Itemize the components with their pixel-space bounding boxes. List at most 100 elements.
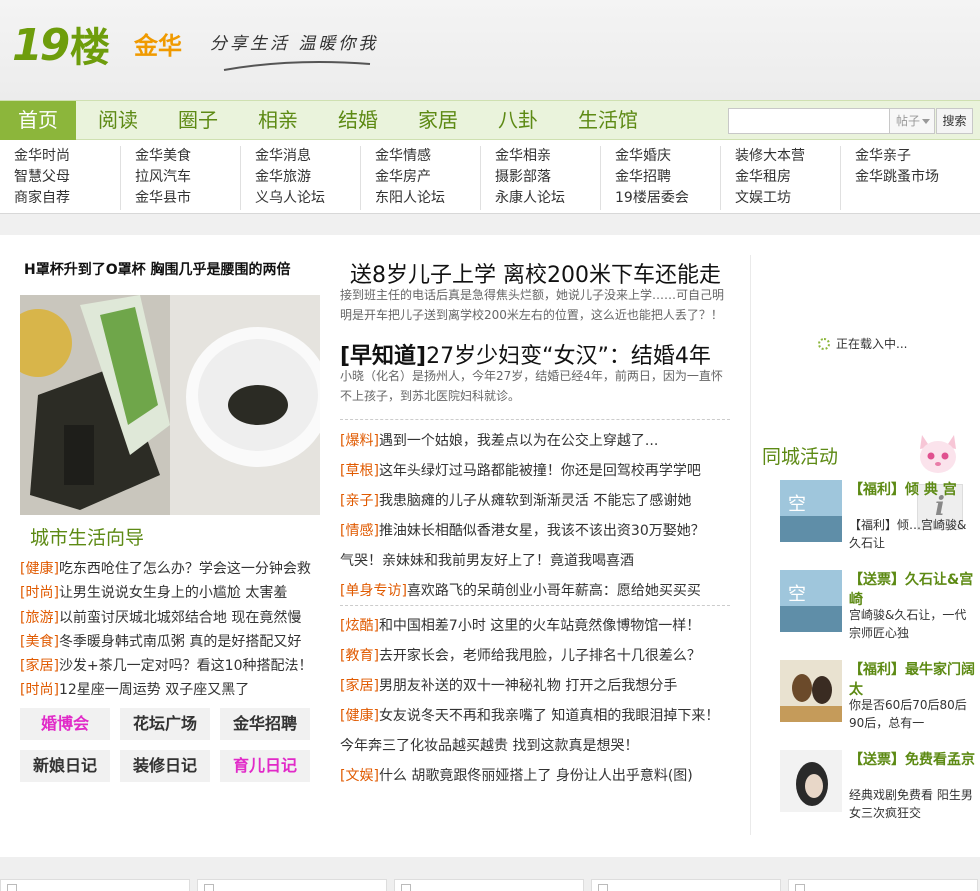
item-title[interactable]: 冬季暖身韩式南瓜粥 真的是好搭配又好: [59, 634, 301, 650]
list-item[interactable]: [亲子]我患脑瘫的儿子从瘫软到渐渐灵活 不能忘了感谢她: [340, 486, 740, 516]
event-title[interactable]: 【送票】久石让&宫崎: [849, 570, 977, 610]
flower-square-button[interactable]: 花坛广场: [120, 708, 210, 740]
channel-link[interactable]: 永康人论坛: [495, 188, 600, 209]
nav-gossip[interactable]: 八卦: [480, 101, 556, 140]
list-item[interactable]: [美食]冬季暖身韩式南瓜粥 真的是好搭配又好: [20, 630, 320, 654]
channel-link[interactable]: 东阳人论坛: [375, 188, 480, 209]
list-item[interactable]: [健康]女友说冬天不再和我亲嘴了 知道真相的我眼泪掉下来！: [340, 701, 740, 731]
item-title[interactable]: 男朋友补送的双十一神秘礼物 打开之后我想分手: [379, 678, 677, 694]
wedding-expo-button[interactable]: 婚博会: [20, 708, 110, 740]
list-item[interactable]: 今年奔三了化妆品越买越贵 找到这款真是想哭！: [340, 731, 740, 761]
channel-link[interactable]: 文娱工坊: [735, 188, 840, 209]
channel-link[interactable]: 金华时尚: [14, 146, 120, 167]
category-tag[interactable]: [健康]: [20, 561, 59, 577]
channel-link[interactable]: 商家自荐: [14, 188, 120, 209]
channel-link[interactable]: 金华婚庆: [615, 146, 720, 167]
category-tag[interactable]: [草根]: [340, 463, 379, 479]
list-item[interactable]: [旅游]以前蛮讨厌城北城郊结合地 现在竟然慢: [20, 606, 320, 630]
category-tag[interactable]: [亲子]: [340, 493, 379, 509]
event-thumbnail[interactable]: [780, 660, 842, 722]
category-tag[interactable]: [教育]: [340, 648, 379, 664]
event-title[interactable]: 【福利】最牛家门阔太: [849, 660, 977, 700]
channel-link[interactable]: 19楼居委会: [615, 188, 720, 209]
item-title[interactable]: 推油妹长相酷似香港女星，我该不该出资30万娶她？: [379, 523, 705, 539]
event-thumbnail[interactable]: 空: [780, 480, 842, 542]
channel-link[interactable]: 金华情感: [375, 146, 480, 167]
channel-link[interactable]: 装修大本营: [735, 146, 840, 167]
list-item[interactable]: [时尚]让男生说说女生身上的小尴尬 太害羞: [20, 581, 320, 605]
list-item[interactable]: [健康]吃东西呛住了怎么办？学会这一分钟会救: [20, 557, 320, 581]
search-input[interactable]: [728, 108, 890, 134]
category-tag[interactable]: [情感]: [340, 523, 379, 539]
event-title[interactable]: 【送票】免费看孟京: [849, 750, 977, 770]
list-item[interactable]: [时尚]12星座一周运势 双子座又黑了: [20, 678, 320, 702]
category-tag[interactable]: [爆料]: [340, 433, 379, 449]
event-item[interactable]: 空 【送票】久石让&宫崎 宫崎骏&久石让，一代宗师匠心独: [780, 570, 980, 650]
item-title[interactable]: 我患脑瘫的儿子从瘫软到渐渐灵活 不能忘了感谢她: [379, 493, 691, 509]
category-tag[interactable]: [炫酷]: [340, 618, 379, 634]
list-item[interactable]: 气哭！亲妹妹和我前男友好上了！竟道我喝喜酒: [340, 546, 740, 576]
channel-link[interactable]: 义乌人论坛: [255, 188, 360, 209]
list-item[interactable]: [草根]这年头绿灯过马路都能被撞！你还是回驾校再学学吧: [340, 456, 740, 486]
parenting-diary-button[interactable]: 育儿日记: [220, 750, 310, 782]
item-title[interactable]: 吃东西呛住了怎么办？学会这一分钟会救: [59, 561, 311, 577]
item-title[interactable]: 遇到一个姑娘，我差点以为在公交上穿越了...: [379, 433, 658, 449]
channel-link[interactable]: 金华租房: [735, 167, 840, 188]
channel-link[interactable]: 摄影部落: [495, 167, 600, 188]
item-title[interactable]: 以前蛮讨厌城北城郊结合地 现在竟然慢: [59, 610, 301, 626]
nav-life-hall[interactable]: 生活馆: [562, 101, 654, 140]
category-tag[interactable]: [单身专访]: [340, 583, 407, 599]
category-tag[interactable]: [健康]: [340, 708, 379, 724]
jinhua-jobs-button[interactable]: 金华招聘: [220, 708, 310, 740]
list-item[interactable]: [单身专访]喜欢路飞的呆萌创业小哥年薪高：愿给她买买买: [340, 576, 740, 606]
list-item[interactable]: [家居]沙发+茶几一定对吗？看这10种搭配法！: [20, 654, 320, 678]
item-title[interactable]: 喜欢路飞的呆萌创业小哥年薪高：愿给她买买买: [407, 583, 701, 599]
nav-circles[interactable]: 圈子: [160, 101, 236, 140]
category-tag[interactable]: [时尚]: [20, 682, 59, 698]
channel-link[interactable]: 智慧父母: [14, 167, 120, 188]
category-tag[interactable]: [美食]: [20, 634, 59, 650]
channel-link[interactable]: 金华消息: [255, 146, 360, 167]
channel-link[interactable]: 金华房产: [375, 167, 480, 188]
nav-dating[interactable]: 相亲: [240, 101, 316, 140]
item-title[interactable]: 沙发+茶几一定对吗？看这10种搭配法！: [59, 658, 313, 674]
list-item[interactable]: [炫酷]和中国相差7小时 这里的火车站竟然像博物馆一样！: [340, 611, 740, 641]
item-title[interactable]: 和中国相差7小时 这里的火车站竟然像博物馆一样！: [379, 618, 700, 634]
item-title[interactable]: 12星座一周运势 双子座又黑了: [59, 682, 249, 698]
nav-wedding[interactable]: 结婚: [320, 101, 396, 140]
category-tag[interactable]: [文娱]: [340, 768, 379, 784]
bride-diary-button[interactable]: 新娘日记: [20, 750, 110, 782]
channel-link[interactable]: 金华跳蚤市场: [855, 167, 980, 188]
nav-reading[interactable]: 阅读: [80, 101, 156, 140]
channel-link[interactable]: 拉风汽车: [135, 167, 240, 188]
item-title[interactable]: 气哭！亲妹妹和我前男友好上了！竟道我喝喜酒: [340, 553, 634, 569]
list-item[interactable]: [文娱]什么 胡歌竟跟佟丽娅搭上了 身份让人出乎意料(图): [340, 761, 740, 791]
category-tag[interactable]: [家居]: [20, 658, 59, 674]
list-item[interactable]: [爆料]遇到一个姑娘，我差点以为在公交上穿越了...: [340, 426, 740, 456]
nav-home[interactable]: 首页: [0, 101, 76, 140]
channel-link[interactable]: 金华旅游: [255, 167, 360, 188]
category-tag[interactable]: [旅游]: [20, 610, 59, 626]
item-title[interactable]: 什么 胡歌竟跟佟丽娅搭上了 身份让人出乎意料(图): [379, 768, 693, 784]
list-item[interactable]: [教育]去开家长会，老师给我甩脸，儿子排名十几很差么？: [340, 641, 740, 671]
list-item[interactable]: [家居]男朋友补送的双十一神秘礼物 打开之后我想分手: [340, 671, 740, 701]
featured-story-photo[interactable]: [20, 295, 320, 515]
category-tag[interactable]: [家居]: [340, 678, 379, 694]
channel-link[interactable]: 金华美食: [135, 146, 240, 167]
item-title[interactable]: 今年奔三了化妆品越买越贵 找到这款真是想哭！: [340, 738, 638, 754]
channel-link[interactable]: 金华招聘: [615, 167, 720, 188]
search-button[interactable]: 搜索: [936, 108, 973, 134]
channel-link[interactable]: 金华县市: [135, 188, 240, 209]
item-title[interactable]: 让男生说说女生身上的小尴尬 太害羞: [59, 585, 287, 601]
item-title[interactable]: 这年头绿灯过马路都能被撞！你还是回驾校再学学吧: [379, 463, 701, 479]
event-item[interactable]: 【福利】最牛家门阔太 你是否60后70后80后90后，总有一: [780, 660, 980, 740]
nav-home-decor[interactable]: 家居: [400, 101, 476, 140]
channel-link[interactable]: 金华亲子: [855, 146, 980, 167]
event-item[interactable]: 空 【福利】倾 典 宫 【福利】倾…宫崎骏&久石让: [780, 480, 980, 560]
featured-story-title[interactable]: H罩杯升到了O罩杯 胸围几乎是腰围的两倍: [24, 262, 291, 278]
event-thumbnail[interactable]: 空: [780, 570, 842, 632]
event-item[interactable]: 【送票】免费看孟京 经典戏剧免费看 阳生男女三次疯狂交: [780, 750, 980, 830]
list-item[interactable]: [情感]推油妹长相酷似香港女星，我该不该出资30万娶她？: [340, 516, 740, 546]
item-title[interactable]: 女友说冬天不再和我亲嘴了 知道真相的我眼泪掉下来！: [379, 708, 719, 724]
category-tag[interactable]: [时尚]: [20, 585, 59, 601]
